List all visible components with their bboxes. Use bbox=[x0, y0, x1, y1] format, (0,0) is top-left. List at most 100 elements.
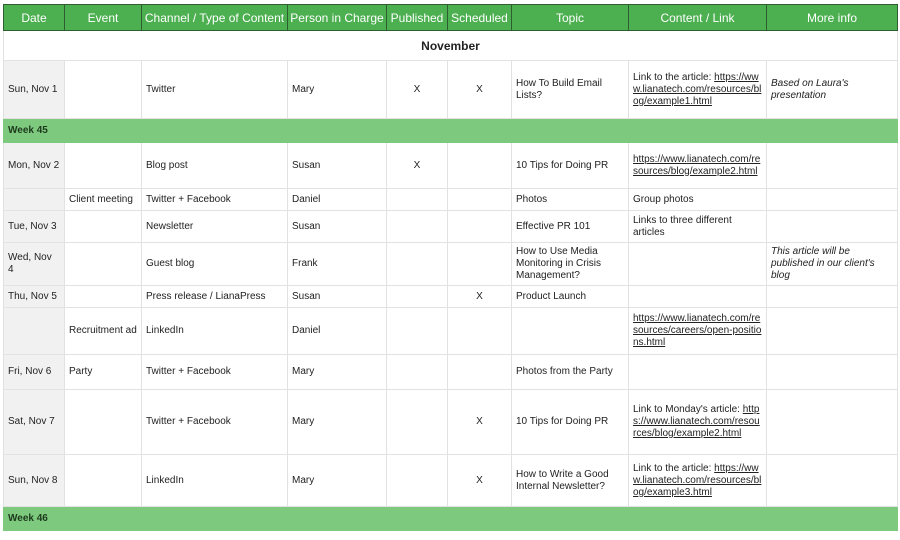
scheduled-cell[interactable] bbox=[447, 307, 512, 355]
content-link-cell[interactable]: Link to Monday's article: https://www.li… bbox=[628, 389, 767, 455]
date-cell[interactable]: Thu, Nov 5 bbox=[3, 285, 65, 308]
more-info-cell[interactable] bbox=[766, 389, 898, 455]
more-info-cell[interactable] bbox=[766, 210, 898, 243]
scheduled-cell[interactable]: X bbox=[447, 60, 512, 119]
more-info-cell[interactable] bbox=[766, 188, 898, 211]
header-more-info[interactable]: More info bbox=[766, 4, 898, 31]
published-cell[interactable] bbox=[386, 242, 448, 286]
person-cell[interactable]: Susan bbox=[287, 210, 387, 243]
week-label[interactable]: Week 46 bbox=[3, 506, 898, 531]
header-event[interactable]: Event bbox=[64, 4, 142, 31]
scheduled-cell[interactable] bbox=[447, 354, 512, 390]
topic-cell[interactable]: How To Build Email Lists? bbox=[511, 60, 629, 119]
week-label[interactable]: Week 45 bbox=[3, 118, 898, 143]
content-link-cell[interactable]: Link to the article: https://www.lianate… bbox=[628, 454, 767, 507]
content-link-cell[interactable] bbox=[628, 242, 767, 286]
header-topic[interactable]: Topic bbox=[511, 4, 629, 31]
published-cell[interactable] bbox=[386, 354, 448, 390]
channel-cell[interactable]: Blog post bbox=[141, 142, 288, 189]
person-cell[interactable]: Susan bbox=[287, 142, 387, 189]
topic-cell[interactable]: 10 Tips for Doing PR bbox=[511, 142, 629, 189]
published-cell[interactable] bbox=[386, 389, 448, 455]
topic-cell[interactable]: Effective PR 101 bbox=[511, 210, 629, 243]
more-info-cell[interactable] bbox=[766, 354, 898, 390]
channel-cell[interactable]: Twitter + Facebook bbox=[141, 354, 288, 390]
person-cell[interactable]: Frank bbox=[287, 242, 387, 286]
published-cell[interactable] bbox=[386, 307, 448, 355]
date-cell[interactable]: Tue, Nov 3 bbox=[3, 210, 65, 243]
more-info-cell[interactable] bbox=[766, 454, 898, 507]
event-cell[interactable] bbox=[64, 142, 142, 189]
published-cell[interactable] bbox=[386, 454, 448, 507]
date-cell[interactable]: Sat, Nov 7 bbox=[3, 389, 65, 455]
person-cell[interactable]: Mary bbox=[287, 389, 387, 455]
channel-cell[interactable]: Twitter + Facebook bbox=[141, 188, 288, 211]
header-content-link[interactable]: Content / Link bbox=[628, 4, 767, 31]
month-label[interactable]: November bbox=[3, 30, 898, 61]
topic-cell[interactable]: Photos from the Party bbox=[511, 354, 629, 390]
published-cell[interactable]: X bbox=[386, 142, 448, 189]
scheduled-cell[interactable] bbox=[447, 188, 512, 211]
event-cell[interactable]: Recruitment ad bbox=[64, 307, 142, 355]
content-link[interactable]: https://www.lianatech.com/resources/care… bbox=[633, 313, 761, 348]
person-cell[interactable]: Daniel bbox=[287, 307, 387, 355]
content-link[interactable]: https://www.lianatech.com/resources/blog… bbox=[633, 154, 760, 177]
more-info-cell[interactable] bbox=[766, 307, 898, 355]
person-cell[interactable]: Mary bbox=[287, 454, 387, 507]
event-cell[interactable] bbox=[64, 60, 142, 119]
content-link-cell[interactable]: https://www.lianatech.com/resources/care… bbox=[628, 307, 767, 355]
channel-cell[interactable]: Guest blog bbox=[141, 242, 288, 286]
date-cell[interactable]: Fri, Nov 6 bbox=[3, 354, 65, 390]
header-channel[interactable]: Channel / Type of Content bbox=[141, 4, 288, 31]
content-link-cell[interactable]: Group photos bbox=[628, 188, 767, 211]
more-info-cell[interactable] bbox=[766, 285, 898, 308]
date-cell[interactable]: Wed, Nov 4 bbox=[3, 242, 65, 286]
published-cell[interactable]: X bbox=[386, 60, 448, 119]
date-cell[interactable]: Sun, Nov 1 bbox=[3, 60, 65, 119]
person-cell[interactable]: Mary bbox=[287, 60, 387, 119]
topic-cell[interactable] bbox=[511, 307, 629, 355]
header-person[interactable]: Person in Charge bbox=[287, 4, 387, 31]
content-link-cell[interactable]: https://www.lianatech.com/resources/blog… bbox=[628, 142, 767, 189]
scheduled-cell[interactable] bbox=[447, 210, 512, 243]
topic-cell[interactable]: Photos bbox=[511, 188, 629, 211]
topic-cell[interactable]: How to Use Media Monitoring in Crisis Ma… bbox=[511, 242, 629, 286]
channel-cell[interactable]: Twitter + Facebook bbox=[141, 389, 288, 455]
person-cell[interactable]: Daniel bbox=[287, 188, 387, 211]
channel-cell[interactable]: Newsletter bbox=[141, 210, 288, 243]
event-cell[interactable]: Party bbox=[64, 354, 142, 390]
date-cell[interactable] bbox=[3, 307, 65, 355]
topic-cell[interactable]: How to Write a Good Internal Newsletter? bbox=[511, 454, 629, 507]
header-scheduled[interactable]: Scheduled bbox=[447, 4, 512, 31]
scheduled-cell[interactable] bbox=[447, 142, 512, 189]
content-link-cell[interactable]: Links to three different articles bbox=[628, 210, 767, 243]
person-cell[interactable]: Mary bbox=[287, 354, 387, 390]
published-cell[interactable] bbox=[386, 188, 448, 211]
date-cell[interactable] bbox=[3, 188, 65, 211]
channel-cell[interactable]: Twitter bbox=[141, 60, 288, 119]
channel-cell[interactable]: LinkedIn bbox=[141, 307, 288, 355]
more-info-cell[interactable]: This article will be published in our cl… bbox=[766, 242, 898, 286]
scheduled-cell[interactable] bbox=[447, 242, 512, 286]
more-info-cell[interactable]: Based on Laura's presentation bbox=[766, 60, 898, 119]
more-info-cell[interactable] bbox=[766, 142, 898, 189]
event-cell[interactable] bbox=[64, 285, 142, 308]
header-published[interactable]: Published bbox=[386, 4, 448, 31]
person-cell[interactable]: Susan bbox=[287, 285, 387, 308]
event-cell[interactable]: Client meeting bbox=[64, 188, 142, 211]
date-cell[interactable]: Sun, Nov 8 bbox=[3, 454, 65, 507]
channel-cell[interactable]: Press release / LianaPress bbox=[141, 285, 288, 308]
header-date[interactable]: Date bbox=[3, 4, 65, 31]
scheduled-cell[interactable]: X bbox=[447, 389, 512, 455]
event-cell[interactable] bbox=[64, 210, 142, 243]
topic-cell[interactable]: Product Launch bbox=[511, 285, 629, 308]
content-link-cell[interactable]: Link to the article: https://www.lianate… bbox=[628, 60, 767, 119]
published-cell[interactable] bbox=[386, 285, 448, 308]
topic-cell[interactable]: 10 Tips for Doing PR bbox=[511, 389, 629, 455]
scheduled-cell[interactable]: X bbox=[447, 285, 512, 308]
content-link-cell[interactable] bbox=[628, 354, 767, 390]
event-cell[interactable] bbox=[64, 454, 142, 507]
scheduled-cell[interactable]: X bbox=[447, 454, 512, 507]
content-link-cell[interactable] bbox=[628, 285, 767, 308]
channel-cell[interactable]: LinkedIn bbox=[141, 454, 288, 507]
